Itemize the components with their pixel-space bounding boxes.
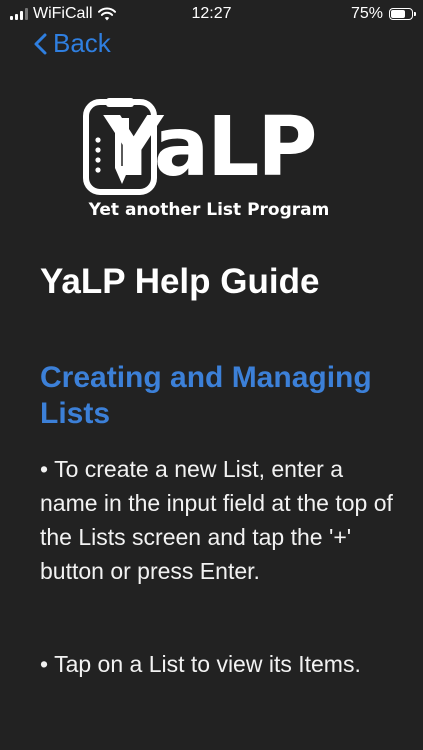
- page-title: YaLP Help Guide: [40, 262, 320, 301]
- back-label: Back: [53, 28, 111, 58]
- list-item: • To create a new List, enter a name in t…: [40, 452, 400, 588]
- list-item: • Tap on a List to view its Items.: [40, 647, 400, 681]
- section-heading: Creating and Managing Lists: [40, 361, 372, 430]
- chevron-left-icon: [34, 33, 47, 54]
- app-tagline: Yet another List Program: [88, 200, 330, 220]
- battery-icon: [389, 8, 416, 20]
- list-item-text: To create a new List, enter a name in th…: [40, 456, 393, 584]
- app-logo-wordmark: YaLP: [104, 100, 318, 195]
- back-button[interactable]: Back: [34, 28, 111, 59]
- battery-level: [391, 10, 405, 18]
- list-item-text: Tap on a List to view its Items.: [54, 651, 361, 677]
- status-right: 75%: [350, 5, 416, 23]
- battery-percent: 75%: [350, 5, 383, 22]
- status-bar: WiFiCall 12:27 75%: [0, 0, 423, 28]
- bullet-icon: •: [40, 456, 49, 482]
- bullet-icon: •: [40, 651, 49, 677]
- app-logo: YaLP Yet another List Program: [78, 98, 348, 233]
